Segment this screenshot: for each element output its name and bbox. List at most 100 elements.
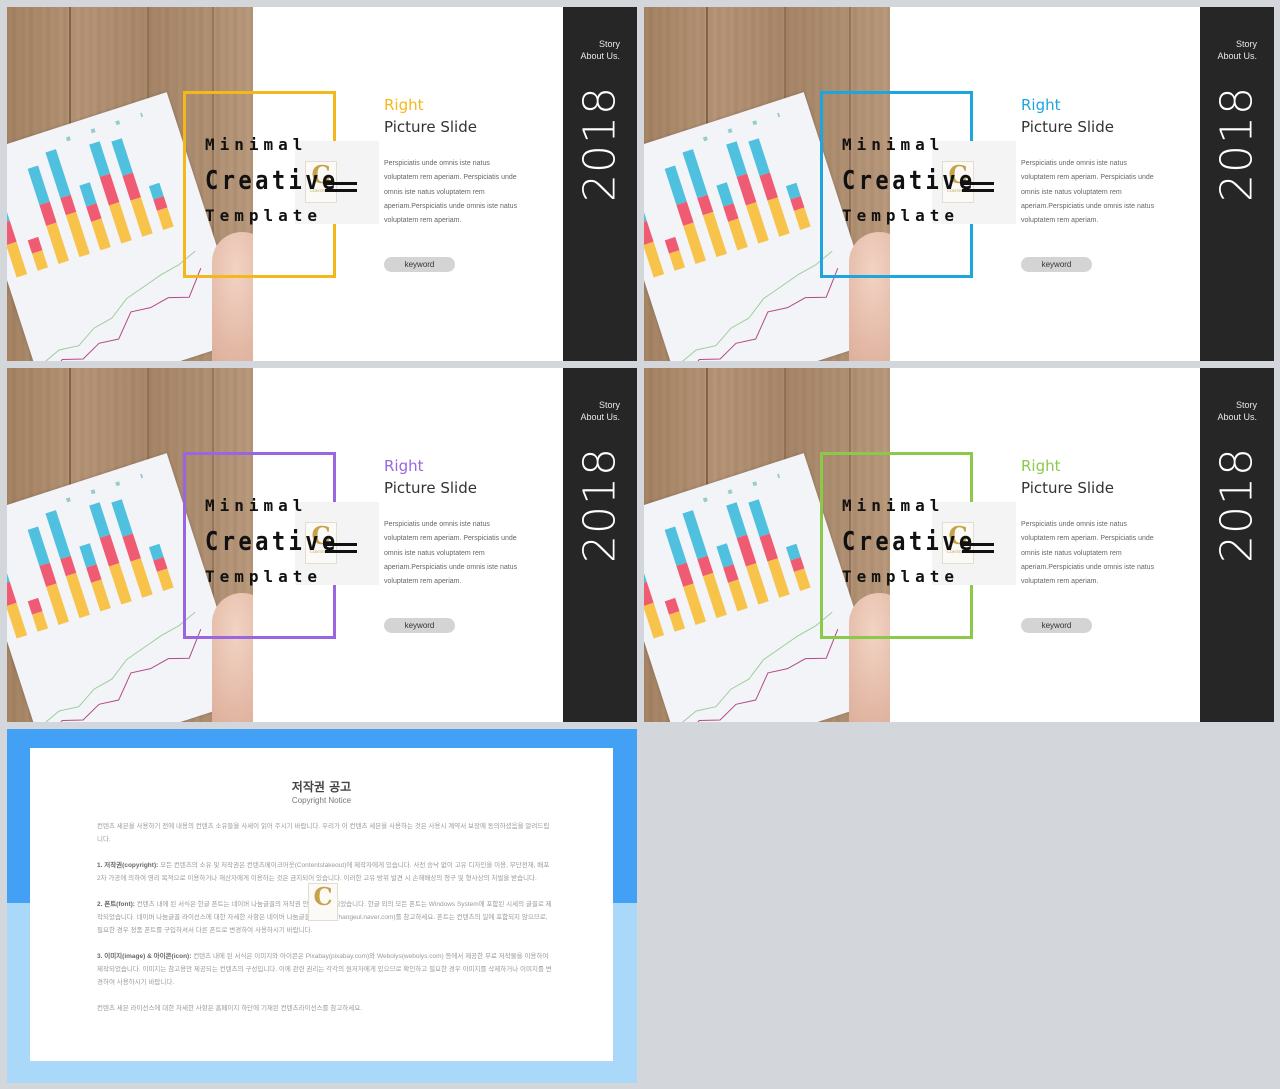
paper-bar-segment <box>108 202 132 244</box>
right-heading: Right <box>1021 96 1061 114</box>
title-block: Minimal Creative Template <box>205 496 362 586</box>
paper-bar <box>785 182 811 230</box>
paper-bar-segment <box>669 611 686 632</box>
copyright-item: 3. 이미지(image) & 아이콘(icon): 컨텐츠 내에 된 서식은 … <box>97 950 552 989</box>
paper-bar-segment <box>156 207 174 230</box>
paper-bar-segment <box>644 602 665 639</box>
title-minimal: Minimal <box>205 135 308 154</box>
paper-bar-segment <box>108 563 132 605</box>
paper-bar-segment <box>91 218 111 251</box>
body-text: Perspiciatis unde omnis iste natus volup… <box>384 521 518 586</box>
paper-bar-segment <box>767 558 790 598</box>
line-series-purple <box>47 268 202 361</box>
slide-purple[interactable]: C CONTENTS Minimal Creative Template Rig… <box>7 368 637 722</box>
line-series-purple <box>47 629 202 722</box>
slide-green[interactable]: C CONTENTS Minimal Creative Template Rig… <box>644 368 1274 722</box>
keyword-button[interactable]: keyword <box>1021 618 1092 633</box>
title-creative: Creative <box>842 527 976 557</box>
about-us-text: About Us. <box>580 51 620 61</box>
body-text: Perspiciatis unde omnis iste natus volup… <box>1021 521 1155 586</box>
paper-bar-segment <box>89 141 111 177</box>
paper-bar-segment <box>89 502 111 538</box>
about-us-text: About Us. <box>1217 412 1257 422</box>
paper-bar-segment <box>27 165 50 205</box>
paper-bar-segment <box>736 173 757 206</box>
picture-slide-heading: Picture Slide <box>1021 479 1114 497</box>
paper-bar-segment <box>745 563 769 605</box>
paper-bar-segment <box>748 499 770 537</box>
paper-bar-segment <box>27 526 50 566</box>
paper-bar-segment <box>728 218 748 251</box>
story-label: Story About Us. <box>1217 38 1257 62</box>
paper-bar-segment <box>122 172 141 201</box>
paper-bar-segment <box>683 583 706 625</box>
copyright-title: 저작권 공고 <box>291 780 352 794</box>
title-template: Template <box>842 206 960 225</box>
year-label: 2018 <box>1208 86 1266 202</box>
paper-bar-segment <box>46 583 69 625</box>
paper-bar-segment <box>91 579 111 612</box>
copyright-item-heading: 2. 폰트(font): <box>97 901 135 908</box>
year-text: 2018 <box>574 86 626 202</box>
paper-bar-segment <box>736 534 757 567</box>
year-text: 2018 <box>574 447 626 563</box>
body-text: Perspiciatis unde omnis iste natus volup… <box>384 160 518 225</box>
title-block: Minimal Creative Template <box>842 135 999 225</box>
title-minimal: Minimal <box>842 135 945 154</box>
title-minimal: Minimal <box>205 496 308 515</box>
paper-bar-segment <box>99 534 120 567</box>
dark-sidebar: Story About Us. 2018 <box>563 368 637 722</box>
paper-bar <box>27 597 49 632</box>
story-label: Story About Us. <box>1217 399 1257 423</box>
copyright-item-heading: 3. 이미지(image) & 아이콘(icon): <box>97 953 192 960</box>
paper-bar-segment <box>32 611 49 632</box>
copyright-card: 저작권 공고 Copyright Notice 컨텐츠 세븐을 사용하기 전에 … <box>30 748 613 1061</box>
picture-slide-heading: Picture Slide <box>384 118 477 136</box>
paper-bar <box>148 182 174 230</box>
paper-bar-segment <box>669 250 686 271</box>
right-heading: Right <box>1021 457 1061 475</box>
paper-bar-segment <box>793 207 811 230</box>
paper-bar-segment <box>728 579 748 612</box>
paper-bar-segment <box>111 138 133 176</box>
dark-sidebar: Story About Us. 2018 <box>563 7 637 361</box>
copyright-slide[interactable]: 저작권 공고 Copyright Notice 컨텐츠 세븐을 사용하기 전에 … <box>7 729 637 1083</box>
keyword-button[interactable]: keyword <box>384 618 455 633</box>
paper-bar-segment <box>130 197 153 237</box>
right-heading: Right <box>384 96 424 114</box>
title-template: Template <box>205 567 323 586</box>
paper-bar-segment <box>745 202 769 244</box>
paper-bar <box>664 597 686 632</box>
copyright-footer: 컨텐츠 세븐 라이선스에 대한 자세한 사항은 홈페이지 하단에 기재된 컨텐츠… <box>97 1005 363 1012</box>
keyword-button[interactable]: keyword <box>384 257 455 272</box>
paper-bar-segment <box>65 572 90 619</box>
paper-bar <box>148 543 174 591</box>
slide-grid: C CONTENTS Minimal Creative Template Rig… <box>0 0 1280 1089</box>
right-heading: Right <box>384 457 424 475</box>
paper-bar-segment <box>32 250 49 271</box>
title-minimal: Minimal <box>842 496 945 515</box>
line-series-purple <box>684 629 839 722</box>
keyword-button[interactable]: keyword <box>1021 257 1092 272</box>
copyright-item-text: 모든 컨텐츠의 소유 및 저작권은 컨텐츠메이크어웃(Contentstakeo… <box>97 862 550 882</box>
slide-yellow[interactable]: C CONTENTS Minimal Creative Template Rig… <box>7 7 637 361</box>
story-text: Story <box>1235 400 1257 410</box>
paper-bar-segment <box>45 149 71 199</box>
copyright-subtitle: Copyright Notice <box>291 796 352 805</box>
story-label: Story About Us. <box>580 38 620 62</box>
story-text: Story <box>1235 39 1257 49</box>
paper-bar-segment <box>726 502 748 538</box>
copyright-item-heading: 1. 저작권(copyright): <box>97 862 159 869</box>
title-creative: Creative <box>205 527 339 557</box>
copyright-intro: 컨텐츠 세븐을 사용하기 전에 내용의 컨텐츠 소유들을 사세이 읽어 주시기 … <box>97 823 550 843</box>
about-us-text: About Us. <box>1217 51 1257 61</box>
year-text: 2018 <box>1211 447 1263 563</box>
paper-bar-segment <box>7 602 28 639</box>
title-block: Minimal Creative Template <box>842 496 999 586</box>
title-template: Template <box>842 567 960 586</box>
paper-bar-segment <box>682 510 708 560</box>
paper-bar <box>644 196 665 278</box>
paper-bar-segment <box>99 173 120 206</box>
slide-blue[interactable]: C CONTENTS Minimal Creative Template Rig… <box>644 7 1274 361</box>
paper-bar <box>7 196 28 278</box>
